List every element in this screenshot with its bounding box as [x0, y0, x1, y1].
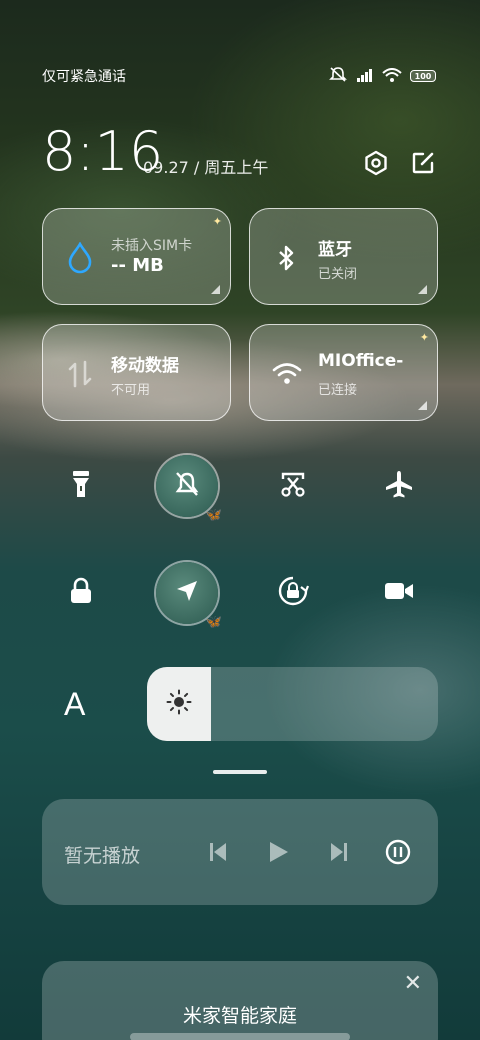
bluetooth-icon	[272, 243, 302, 273]
mijia-subtitle-placeholder	[42, 1033, 438, 1040]
media-status-label: 暂无播放	[64, 845, 141, 867]
toggle-location[interactable]: 🦋	[156, 562, 222, 630]
butterfly-icon: 🦋	[205, 508, 222, 523]
scissors-icon	[279, 470, 307, 502]
butterfly-icon: 🦋	[205, 615, 222, 630]
tile-mobile-data[interactable]: 移动数据 不可用	[42, 324, 231, 421]
status-bar: 仅可紧急通话 100	[42, 64, 436, 88]
tile-wifi[interactable]: ✦ MIOffice- 已连接	[249, 324, 438, 421]
carrier-text: 仅可紧急通话	[42, 69, 126, 85]
tile-bluetooth[interactable]: 蓝牙 已关闭	[249, 208, 438, 305]
edit-button[interactable]	[408, 150, 438, 180]
tile-title: 蓝牙	[318, 240, 352, 260]
brightness-slider[interactable]	[147, 667, 438, 741]
location-arrow-icon	[174, 578, 200, 608]
toggle-mute[interactable]: 🦋	[156, 455, 222, 523]
signal-icon	[356, 67, 374, 86]
settings-button[interactable]	[361, 150, 391, 180]
video-camera-icon	[384, 580, 414, 606]
panel-drag-handle[interactable]	[213, 770, 267, 774]
toggle-rotation-lock[interactable]	[262, 562, 324, 624]
clock-date[interactable]: 09.27 / 周五上午	[143, 154, 268, 178]
brightness-fill[interactable]	[147, 667, 211, 741]
toggle-airplane[interactable]	[368, 455, 430, 517]
tile-title: 移动数据	[111, 356, 179, 376]
flashlight-icon	[70, 469, 92, 503]
play-icon	[270, 842, 288, 862]
cast-icon	[385, 839, 411, 865]
tile-subtitle: 不可用	[111, 383, 151, 398]
mobile-data-icon	[65, 359, 95, 389]
toggle-screenshot[interactable]	[262, 455, 324, 517]
mijia-title: 米家智能家庭	[182, 1005, 297, 1027]
media-card[interactable]: 暂无播放	[42, 799, 438, 905]
tile-subtitle: 已关闭	[318, 267, 358, 282]
mijia-card[interactable]: ✕ 米家智能家庭	[42, 961, 438, 1040]
toggle-lock-screen[interactable]	[50, 562, 112, 624]
toggle-flashlight[interactable]	[50, 455, 112, 517]
previous-button[interactable]	[203, 837, 233, 867]
gear-icon	[363, 150, 389, 180]
rotation-lock-icon	[277, 575, 310, 611]
battery-level: 100	[414, 71, 432, 81]
lock-icon	[68, 577, 94, 609]
expand-corner-icon	[418, 401, 427, 410]
tile-title: MIOffice-	[318, 351, 404, 371]
expand-corner-icon	[211, 285, 220, 294]
airplane-icon	[384, 469, 414, 503]
tile-title: 未插入SIM卡	[111, 238, 193, 254]
sparkle-icon: ✦	[212, 215, 222, 228]
tile-subtitle: -- MB	[111, 255, 164, 276]
font-size-button[interactable]: A	[64, 686, 85, 723]
play-button[interactable]	[263, 837, 293, 867]
battery-icon: 100	[410, 70, 436, 82]
silent-icon	[328, 66, 348, 86]
tile-data-usage[interactable]: ✦ 未插入SIM卡 -- MB	[42, 208, 231, 305]
bell-off-icon	[173, 470, 201, 502]
next-button[interactable]	[324, 837, 354, 867]
previous-icon	[210, 843, 226, 861]
tile-subtitle: 已连接	[318, 383, 358, 398]
wifi-icon	[272, 359, 302, 389]
status-icons: 100	[328, 66, 436, 86]
edit-icon	[411, 151, 435, 179]
close-icon[interactable]: ✕	[404, 971, 422, 996]
next-icon	[331, 843, 347, 861]
water-drop-icon	[65, 242, 95, 274]
toggle-screen-record[interactable]	[368, 562, 430, 624]
cast-button[interactable]	[383, 837, 413, 867]
sun-icon	[166, 689, 192, 719]
sparkle-icon: ✦	[419, 331, 429, 344]
expand-corner-icon	[418, 285, 427, 294]
wifi-icon	[382, 67, 402, 86]
